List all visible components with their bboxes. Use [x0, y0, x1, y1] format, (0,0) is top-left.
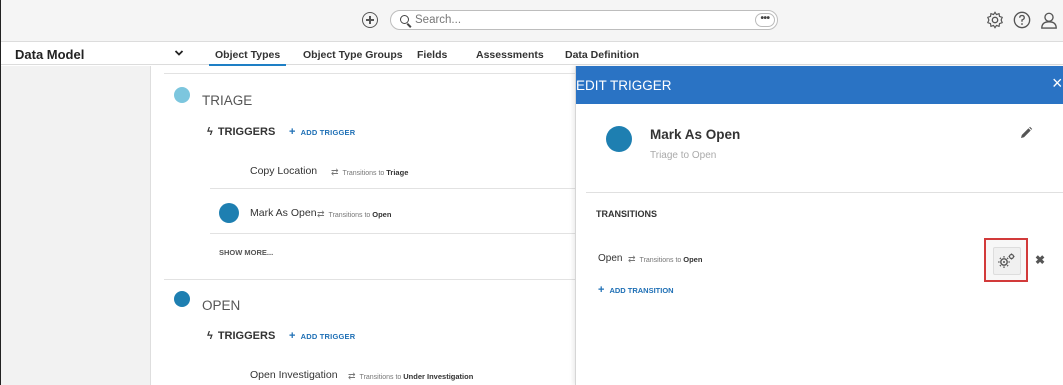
search-placeholder: Search... — [415, 14, 462, 26]
plus-icon: + — [289, 330, 296, 342]
pencil-icon[interactable] — [1019, 126, 1033, 140]
transition-arrows-icon: ⇄ — [331, 167, 339, 177]
tab-data-definition[interactable]: Data Definition — [565, 49, 639, 61]
workflow-state-list: TRIAGE ϟ TRIGGERS + ADD TRIGGER Copy Locat… — [152, 66, 576, 385]
top-bar: Search... ••• — [1, 0, 1063, 42]
plus-icon: + — [289, 126, 296, 138]
divider — [586, 192, 1063, 193]
transition-target: ⇄ Transitions to Open — [628, 254, 703, 264]
module-nav-bar: Data Model Object Types Object Type Grou… — [1, 42, 1063, 67]
plus-icon: + — [598, 284, 605, 296]
show-more-link[interactable]: SHOW MORE... — [219, 248, 273, 257]
panel-header: EDIT TRIGGER × — [576, 66, 1063, 104]
plus-circle-icon[interactable] — [362, 12, 378, 28]
divider — [164, 279, 576, 280]
gears-icon — [998, 253, 1015, 268]
trigger-transition: ⇄ Transitions to Under Investigation — [348, 371, 474, 381]
bolt-icon: ϟ — [207, 126, 213, 138]
user-icon[interactable] — [1040, 11, 1058, 29]
trigger-name: Mark As Open — [650, 127, 741, 142]
tab-object-type-groups[interactable]: Object Type Groups — [303, 49, 403, 61]
chevron-down-icon[interactable] — [174, 48, 184, 58]
transitions-heading: TRANSITIONS — [596, 209, 658, 219]
transition-arrows-icon: ⇄ — [317, 209, 325, 219]
transition-settings-button[interactable] — [984, 238, 1028, 282]
panel-title: EDIT TRIGGER — [576, 78, 672, 93]
remove-transition-icon[interactable]: ✖ — [1035, 253, 1045, 267]
divider — [164, 73, 576, 74]
transition-arrows-icon: ⇄ — [628, 254, 636, 264]
trigger-name[interactable]: Copy Location — [250, 165, 317, 177]
add-trigger-button[interactable]: + ADD TRIGGER — [289, 330, 355, 342]
trigger-color-dot — [219, 203, 239, 223]
divider — [210, 233, 576, 234]
close-icon[interactable]: × — [1052, 74, 1063, 92]
search-options-button[interactable]: ••• — [755, 13, 775, 27]
search-input[interactable]: Search... ••• — [390, 10, 778, 30]
search-icon — [400, 15, 409, 24]
trigger-name[interactable]: Open Investigation — [250, 369, 338, 381]
edit-trigger-panel: EDIT TRIGGER × Mark As Open Triage to Op… — [575, 66, 1063, 385]
settings-icon[interactable] — [986, 11, 1004, 29]
add-trigger-button[interactable]: + ADD TRIGGER — [289, 126, 355, 138]
help-icon[interactable] — [1013, 11, 1031, 29]
module-title: Data Model — [15, 47, 85, 62]
trigger-transition: ⇄ Transitions to Open — [317, 209, 392, 219]
divider — [210, 188, 576, 189]
trigger-transition: ⇄ Transitions to Triage — [331, 167, 409, 177]
app-frame: Search... ••• Data Model Object Types Ob… — [0, 0, 1063, 385]
tab-object-types[interactable]: Object Types — [208, 49, 287, 67]
bolt-icon: ϟ — [207, 330, 213, 342]
state-name-triage: TRIAGE — [202, 93, 253, 108]
left-gutter — [1, 66, 151, 385]
add-transition-button[interactable]: + ADD TRANSITION — [598, 284, 674, 296]
trigger-name[interactable]: Mark As Open — [250, 207, 317, 219]
transition-arrows-icon: ⇄ — [348, 371, 356, 381]
triggers-heading: ϟ TRIGGERS — [207, 330, 276, 342]
transition-name: Open — [598, 253, 623, 264]
trigger-color-dot — [606, 126, 632, 152]
state-name-open: OPEN — [202, 298, 241, 313]
triggers-heading: ϟ TRIGGERS — [207, 126, 276, 138]
gear-button-face — [993, 247, 1021, 275]
tab-fields[interactable]: Fields — [417, 49, 447, 61]
tab-assessments[interactable]: Assessments — [476, 49, 544, 61]
trigger-subtitle: Triage to Open — [650, 150, 717, 161]
state-color-dot — [174, 291, 190, 307]
state-color-dot — [174, 87, 190, 103]
